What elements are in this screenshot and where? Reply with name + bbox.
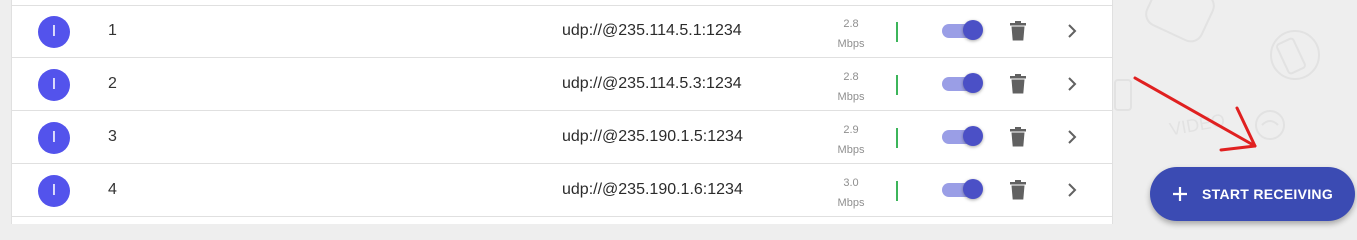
signal-level-bar bbox=[896, 75, 898, 95]
bitrate: 2.8 Mbps bbox=[824, 67, 878, 107]
stream-avatar: I bbox=[38, 122, 70, 154]
enable-toggle[interactable] bbox=[941, 20, 985, 42]
stream-url: udp://@235.190.1.5:1234 bbox=[562, 128, 743, 145]
chevron-right-icon[interactable] bbox=[1063, 21, 1081, 41]
bitrate-unit: Mbps bbox=[837, 144, 865, 156]
plus-icon bbox=[1173, 187, 1187, 201]
chevron-right-icon[interactable] bbox=[1063, 74, 1081, 94]
trash-icon[interactable] bbox=[1009, 74, 1027, 94]
bitrate-value: 2.8 bbox=[843, 18, 859, 30]
table-row[interactable]: I 2 udp://@235.114.5.3:1234 2.8 Mbps bbox=[12, 58, 1112, 111]
bitrate-unit: Mbps bbox=[837, 38, 865, 50]
bitrate-value: 2.9 bbox=[843, 124, 859, 136]
chevron-right-icon[interactable] bbox=[1063, 127, 1081, 147]
stream-list: I 1 udp://@235.114.5.1:1234 2.8 Mbps I 2… bbox=[11, 0, 1113, 224]
bitrate: 3.0 Mbps bbox=[824, 173, 878, 213]
enable-toggle[interactable] bbox=[941, 126, 985, 148]
stream-avatar: I bbox=[38, 16, 70, 48]
stream-url: udp://@235.114.5.1:1234 bbox=[562, 22, 742, 39]
bitrate: 2.9 Mbps bbox=[824, 120, 878, 160]
chevron-right-icon[interactable] bbox=[1063, 180, 1081, 200]
stream-url: udp://@235.190.1.6:1234 bbox=[562, 181, 743, 198]
bitrate: 2.8 Mbps bbox=[824, 14, 878, 54]
enable-toggle[interactable] bbox=[941, 73, 985, 95]
signal-level-bar bbox=[896, 181, 898, 201]
bitrate-unit: Mbps bbox=[837, 91, 865, 103]
bitrate-value: 2.8 bbox=[843, 71, 859, 83]
enable-toggle[interactable] bbox=[941, 179, 985, 201]
start-receiving-button[interactable]: START RECEIVING bbox=[1150, 167, 1355, 221]
start-receiving-label: START RECEIVING bbox=[1202, 186, 1334, 202]
table-row[interactable]: I 3 udp://@235.190.1.5:1234 2.9 Mbps bbox=[12, 111, 1112, 164]
stream-avatar: I bbox=[38, 175, 70, 207]
signal-level-bar bbox=[896, 22, 898, 42]
stream-index: 1 bbox=[108, 22, 117, 39]
stream-index: 2 bbox=[108, 75, 117, 92]
trash-icon[interactable] bbox=[1009, 180, 1027, 200]
bitrate-value: 3.0 bbox=[843, 177, 859, 189]
stream-url: udp://@235.114.5.3:1234 bbox=[562, 75, 742, 92]
table-row[interactable]: I 4 udp://@235.190.1.6:1234 3.0 Mbps bbox=[12, 164, 1112, 217]
trash-icon[interactable] bbox=[1009, 127, 1027, 147]
signal-level-bar bbox=[896, 128, 898, 148]
bitrate-unit: Mbps bbox=[837, 197, 865, 209]
annotation-arrow bbox=[1133, 76, 1257, 152]
stream-avatar: I bbox=[38, 69, 70, 101]
table-row[interactable]: I 1 udp://@235.114.5.1:1234 2.8 Mbps bbox=[12, 5, 1112, 58]
stream-index: 3 bbox=[108, 128, 117, 145]
stream-index: 4 bbox=[108, 181, 117, 198]
trash-icon[interactable] bbox=[1009, 21, 1027, 41]
